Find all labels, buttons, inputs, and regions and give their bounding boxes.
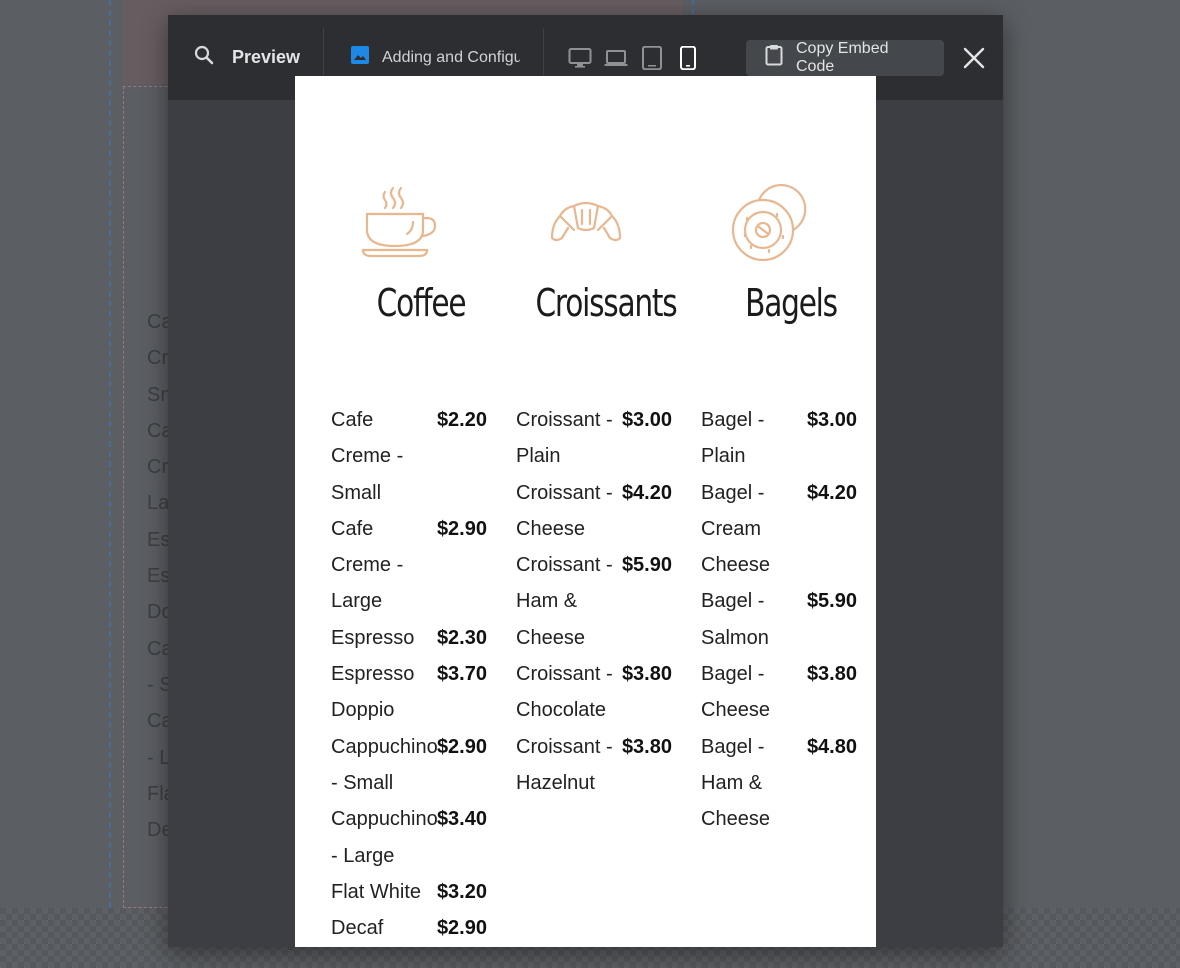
menu-item: Cafe Creme - Large $2.90 xyxy=(331,511,487,620)
menu-item: Croissant - Chocolate $3.80 xyxy=(516,656,672,729)
editor-guide-line xyxy=(109,0,111,908)
editor-text-fragment: Ca xyxy=(147,419,169,442)
laptop-icon[interactable] xyxy=(604,46,628,70)
menu-item: Decaf $2.90 xyxy=(331,910,487,946)
menu-item-price: $5.90 xyxy=(621,554,672,577)
menu-item: Croissant - Cheese $4.20 xyxy=(516,475,672,548)
menu-item-name: Bagel - Salmon xyxy=(701,590,769,649)
menu-item-price: $2.90 xyxy=(436,735,487,758)
menu-item-price: $2.90 xyxy=(436,917,487,940)
editor-text-fragment: Do xyxy=(147,601,169,624)
mobile-icon[interactable] xyxy=(676,45,700,70)
menu-column-title: Bagels xyxy=(745,281,838,325)
menu-item-name: Bagel - Plain xyxy=(701,409,765,468)
menu-item: Cappuchino - Small $2.90 xyxy=(331,729,487,802)
menu-item: Bagel - Ham & Cheese $4.80 xyxy=(701,729,857,838)
search-icon[interactable] xyxy=(192,43,216,72)
menu-item-name: Cafe Creme - Small xyxy=(331,409,404,504)
clipboard-icon xyxy=(764,44,784,71)
menu-item: Croissant - Plain $3.00 xyxy=(516,402,672,475)
menu-item-price: $3.20 xyxy=(436,880,487,903)
menu-item-list: Cafe Creme - Small $2.20 Cafe Creme - Larg… xyxy=(331,402,487,946)
menu-item-name: Bagel - Cheese xyxy=(701,663,770,722)
menu-item: Bagel - Cheese $3.80 xyxy=(701,656,857,729)
preview-modal: Preview Adding and Configu Copy Embed Co… xyxy=(168,15,1003,947)
menu-item-name: Decaf xyxy=(331,917,384,940)
menu-item-price: $2.20 xyxy=(436,409,487,431)
editor-text-fragment: Es xyxy=(147,565,169,588)
menu-item: Bagel - Salmon $5.90 xyxy=(701,583,857,656)
menu-item-name: Bagel - Cream Cheese xyxy=(701,481,770,577)
image-icon xyxy=(350,45,370,70)
menu-item-price: $3.80 xyxy=(806,663,857,686)
page-name: Adding and Configu xyxy=(382,48,520,66)
menu-column-title: Coffee xyxy=(376,281,467,325)
croissant-icon xyxy=(550,201,622,242)
menu-item-name: Bagel - Ham & Cheese xyxy=(701,735,770,831)
menu-item-price: $4.80 xyxy=(806,735,857,758)
menu-item: Cafe Creme - Small $2.20 xyxy=(331,402,487,511)
menu-item-price: $3.00 xyxy=(621,409,672,431)
menu-item: Croissant - Ham & Cheese $5.90 xyxy=(516,547,672,656)
preview-title: Preview xyxy=(232,47,301,67)
editor-text-fragment: Sn xyxy=(147,383,169,406)
close-icon[interactable] xyxy=(962,46,986,70)
editor-text-fragment: La xyxy=(147,492,169,515)
desktop-icon[interactable] xyxy=(568,46,592,70)
editor-guide-line-2 xyxy=(692,0,694,14)
menu-item-name: Espresso xyxy=(331,626,415,649)
editor-text-fragment: Ca xyxy=(147,710,169,733)
tablet-icon[interactable] xyxy=(640,45,664,70)
menu-item-price: $3.80 xyxy=(621,735,672,758)
menu-item-price: $3.00 xyxy=(806,409,857,431)
copy-embed-code-label: Copy Embed Code xyxy=(796,39,889,75)
menu-item-price: $5.90 xyxy=(806,590,857,613)
menu-item-name: Croissant - Chocolate xyxy=(516,663,613,722)
copy-embed-code-button[interactable]: Copy Embed Code xyxy=(746,39,944,76)
editor-text-fragment: Fla xyxy=(147,782,169,805)
menu-item-name: Espresso Doppio xyxy=(331,663,415,722)
menu-item: Croissant - Hazelnut $3.80 xyxy=(516,729,672,802)
menu-item: Bagel - Cream Cheese $4.20 xyxy=(701,475,857,584)
editor-text-fragment: Cr xyxy=(147,456,169,479)
menu-item-name: Croissant - Ham & Cheese xyxy=(516,554,613,649)
editor-text-fragment: Ca xyxy=(147,311,169,333)
menu-item: Espresso $2.30 xyxy=(331,620,487,656)
menu-item-price: $3.80 xyxy=(621,663,672,686)
menu-item-list: Bagel - Plain $3.00 Bagel - Cream Cheese $4… xyxy=(701,402,857,838)
editor-text-fragment: Ca xyxy=(147,637,169,660)
menu-item-name: Croissant - Plain xyxy=(516,409,613,468)
editor-text-fragment: - S xyxy=(147,673,169,696)
menu-item-price: $4.20 xyxy=(621,481,672,504)
editor-text-fragment: - L xyxy=(147,746,169,769)
menu-item-name: Cafe Creme - Large xyxy=(331,517,404,613)
mobile-preview-frame: Coffee Cafe Creme - Small $2.20 Cafe Creme… xyxy=(295,76,876,947)
menu-item-price: $2.90 xyxy=(436,517,487,540)
menu-item: Cappuchino - Large $3.40 xyxy=(331,801,487,874)
menu-item-price: $4.20 xyxy=(806,481,857,504)
menu-item-name: Croissant - Hazelnut xyxy=(516,735,613,794)
menu-item-price: $3.70 xyxy=(436,663,487,686)
menu-item-name: Cappuchino - Large xyxy=(331,808,438,867)
editor-text-column: Ca Cr Sn Ca Cr La Es Es Do Ca - S Ca - L Fla De xyxy=(147,304,169,848)
menu-item: Bagel - Plain $3.00 xyxy=(701,402,857,475)
menu-column-title: Croissants xyxy=(535,281,677,325)
editor-text-fragment: De xyxy=(147,819,169,842)
bagel-icon xyxy=(731,184,807,262)
editor-text-fragment: Es xyxy=(147,528,169,551)
editor-text-fragment: Cr xyxy=(147,347,169,370)
menu-item-list: Croissant - Plain $3.00 Croissant - Cheese… xyxy=(516,402,672,801)
menu-item: Espresso Doppio $3.70 xyxy=(331,656,487,729)
menu-item-name: Cappuchino - Small xyxy=(331,735,438,794)
menu-item-price: $2.30 xyxy=(436,626,487,649)
menu-item-price: $3.40 xyxy=(436,808,487,831)
menu-item: Flat White $3.20 xyxy=(331,874,487,910)
coffee-cup-icon xyxy=(361,186,437,258)
menu-item-name: Flat White xyxy=(331,880,422,903)
menu-item-name: Croissant - Cheese xyxy=(516,481,613,540)
